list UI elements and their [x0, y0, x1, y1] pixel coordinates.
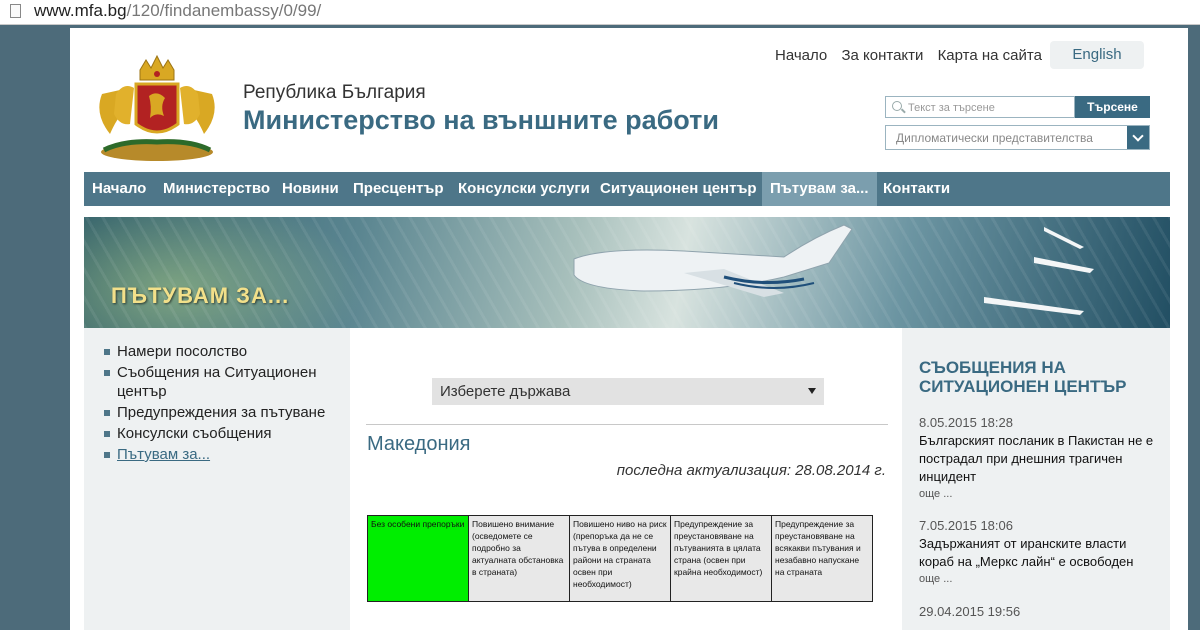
sidebar-item-consular-messages[interactable]: Консулски съобщения — [104, 424, 342, 443]
risk-level-avoid-travel: Предупреждение за преустановяване на път… — [670, 515, 772, 602]
republic-name: Република България — [243, 82, 426, 103]
news-link[interactable]: Българският посланик в Пакистан не е пос… — [919, 432, 1159, 486]
nav-item-traveling-to[interactable]: Пътувам за... — [762, 172, 877, 206]
representations-select[interactable]: Дипломатически представителства — [885, 125, 1150, 150]
english-language-button[interactable]: English — [1050, 41, 1144, 69]
nav-item-ministry[interactable]: Министерство — [155, 172, 278, 206]
last-updated: последна актуализация: 28.08.2014 г. — [616, 462, 886, 479]
news-more-link[interactable]: още ... — [919, 571, 1159, 587]
url-text[interactable]: www.mfa.bg/120/findanembassy/0/99/ — [34, 1, 321, 21]
country-select[interactable]: Изберете държава — [432, 378, 824, 405]
top-link-home[interactable]: Начало — [775, 47, 827, 64]
sidebar-item-find-embassy[interactable]: Намери посолство — [104, 342, 342, 361]
risk-level-none: Без особени препоръки — [367, 515, 469, 602]
news-date: 7.05.2015 18:06 — [919, 518, 1013, 533]
nav-item-news[interactable]: Новини — [274, 172, 347, 206]
url-path: /120/findanembassy/0/99/ — [126, 1, 322, 20]
search-icon — [892, 101, 902, 111]
risk-level-leave-country: Предупреждение за преустановяване на вся… — [771, 515, 873, 602]
browser-address-bar[interactable]: www.mfa.bg/120/findanembassy/0/99/ — [0, 0, 1200, 25]
coat-of-arms-logo[interactable] — [94, 54, 220, 162]
news-link[interactable]: Задържаният от иранските власти кораб на… — [919, 535, 1159, 571]
risk-level-caution: Повишено внимание (осведомете се подробн… — [468, 515, 570, 602]
airplane-illustration — [573, 224, 1094, 315]
news-item: 29.04.2015 19:56 — [919, 603, 1159, 621]
search-button[interactable]: Търсене — [1075, 96, 1150, 118]
top-links: Начало За контакти Карта на сайта — [775, 47, 1052, 64]
sidebar-item-situation-messages[interactable]: Съобщения на Ситуационен център — [104, 363, 342, 401]
url-domain: www.mfa.bg — [34, 1, 127, 20]
travel-banner: ПЪТУВАМ ЗА... — [84, 217, 1170, 328]
nav-item-press-center[interactable]: Пресцентър — [345, 172, 452, 206]
nav-item-consular-services[interactable]: Консулски услуги — [450, 172, 598, 206]
nav-item-situation-center[interactable]: Ситуационен център — [592, 172, 765, 206]
country-select-value: Изберете държава — [440, 383, 571, 400]
chevron-down-icon[interactable] — [1127, 126, 1149, 149]
news-date: 8.05.2015 18:28 — [919, 415, 1013, 430]
page-icon — [10, 4, 21, 18]
nav-item-contacts[interactable]: Контакти — [875, 172, 958, 206]
sidebar-item-traveling-to[interactable]: Пътувам за... — [104, 445, 342, 464]
nav-item-home[interactable]: Начало — [84, 172, 154, 206]
risk-level-high-risk: Повишено ниво на риск (препоръка да не с… — [569, 515, 671, 602]
search-input[interactable] — [906, 98, 1075, 118]
news-sidebar: СЪОБЩЕНИЯ НА СИТУАЦИОНЕН ЦЕНТЪР 8.05.201… — [902, 328, 1170, 630]
news-item: 7.05.2015 18:06 Задържаният от иранските… — [919, 517, 1159, 587]
top-link-sitemap[interactable]: Карта на сайта — [938, 47, 1042, 64]
page-container: Република България Министерство на външн… — [70, 28, 1188, 630]
sidebar-menu: Намери посолство Съобщения на Ситуационе… — [84, 328, 350, 630]
main-navigation: Начало Министерство Новини Пресцентър Ко… — [84, 172, 1170, 206]
news-heading: СЪОБЩЕНИЯ НА СИТУАЦИОНЕН ЦЕНТЪР — [919, 358, 1127, 396]
sidebar-item-travel-warnings[interactable]: Предупреждения за пътуване — [104, 403, 342, 422]
ministry-title[interactable]: Министерство на външните работи — [243, 105, 719, 136]
representations-select-value: Дипломатически представителства — [896, 131, 1093, 145]
top-link-contacts[interactable]: За контакти — [841, 47, 923, 64]
search-field — [885, 96, 1075, 118]
news-date: 29.04.2015 19:56 — [919, 604, 1021, 619]
main-content: Изберете държава Македония последна акту… — [350, 328, 890, 630]
country-name: Македония — [367, 433, 471, 455]
divider — [366, 424, 888, 425]
dropdown-arrow-icon — [808, 388, 816, 394]
risk-level-table: Без особени препоръки Повишено внимание … — [367, 515, 873, 602]
news-more-link[interactable]: още ... — [919, 486, 1159, 502]
banner-title: ПЪТУВАМ ЗА... — [111, 283, 290, 308]
news-item: 8.05.2015 18:28 Българският посланик в П… — [919, 414, 1159, 502]
